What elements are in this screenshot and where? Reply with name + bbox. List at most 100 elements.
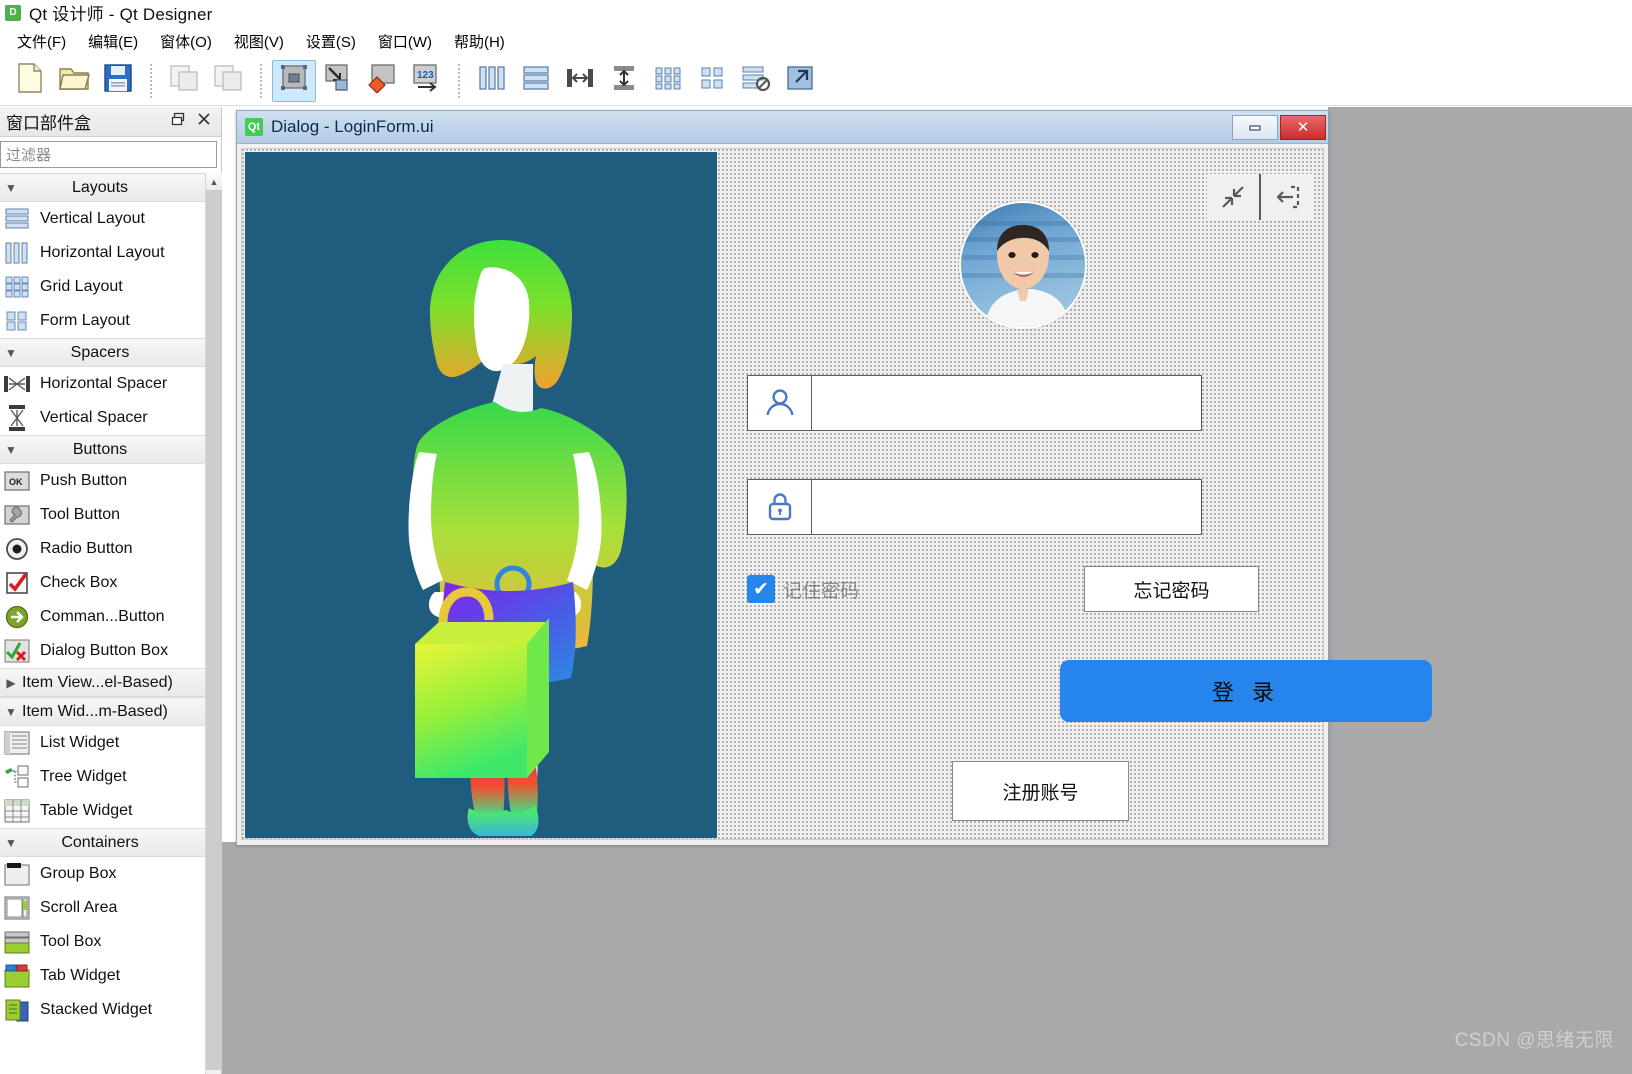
scrollbar-thumb[interactable]	[206, 190, 222, 1070]
redo-button[interactable]	[206, 60, 250, 102]
password-input[interactable]	[812, 480, 1201, 534]
table-widget-icon	[2, 798, 32, 824]
layout-grid-button[interactable]	[646, 60, 690, 102]
layout-grid-icon	[653, 64, 683, 97]
widget-box-filter[interactable]: 过滤器	[0, 141, 217, 168]
category-item-widgets[interactable]: ▼ Item Wid...m-Based)	[0, 697, 222, 726]
category-label: Layouts	[71, 178, 129, 196]
break-layout-button[interactable]	[734, 60, 778, 102]
widget-item-horizontal-spacer[interactable]: Horizontal Spacer	[0, 367, 222, 401]
command-link-button-icon	[2, 604, 32, 630]
widget-item-list-widget[interactable]: List Widget	[0, 726, 222, 760]
float-button[interactable]	[165, 110, 191, 134]
layout-splitter-vertical-button[interactable]	[602, 60, 646, 102]
widget-item-label: Radio Button	[40, 540, 133, 557]
remember-password-checkbox[interactable]: ✔	[747, 575, 775, 603]
menu-window[interactable]: 窗口(W)	[367, 29, 443, 54]
widget-item-label: Dialog Button Box	[40, 642, 169, 659]
widget-item-form-layout[interactable]: Form Layout	[0, 304, 222, 338]
widget-item-push-button[interactable]: OK Push Button	[0, 464, 222, 498]
dialog-close-button[interactable]: ✕	[1280, 114, 1326, 140]
widget-item-table-widget[interactable]: Table Widget	[0, 794, 222, 828]
toolbar-separator-1	[150, 63, 152, 98]
widget-item-scroll-area[interactable]: Scroll Area	[0, 891, 222, 925]
widget-item-radio-button[interactable]: Radio Button	[0, 532, 222, 566]
push-button-icon: OK	[2, 468, 32, 494]
close-button[interactable]	[191, 110, 217, 134]
username-input[interactable]	[812, 376, 1201, 430]
edit-buddies-button[interactable]	[360, 60, 404, 102]
menu-edit[interactable]: 编辑(E)	[77, 29, 149, 54]
widget-item-tool-box[interactable]: Tool Box	[0, 925, 222, 959]
edit-tab-order-button[interactable]: 123	[404, 60, 448, 102]
category-label: Buttons	[72, 440, 128, 458]
close-icon	[197, 112, 211, 131]
category-item-views[interactable]: ▶ Item View...el-Based)	[0, 668, 222, 697]
collapse-button[interactable]	[1207, 174, 1259, 220]
login-button[interactable]: 登 录	[1060, 660, 1432, 722]
widget-item-stacked-widget[interactable]: Stacked Widget	[0, 993, 222, 1027]
dialog-minimize-button[interactable]	[1232, 114, 1278, 140]
horizontal-spacer-icon	[2, 371, 32, 397]
save-file-button[interactable]	[96, 60, 140, 102]
widget-item-grid-layout[interactable]: Grid Layout	[0, 270, 222, 304]
widget-box-scrollbar[interactable]: ▲	[205, 173, 222, 1074]
widget-item-tab-widget[interactable]: Tab Widget	[0, 959, 222, 993]
menu-help[interactable]: 帮助(H)	[443, 29, 516, 54]
form-grid-area: ✔ 记住密码 忘记密码 登 录 注册账号	[241, 148, 1432, 840]
form-layout-icon	[2, 308, 32, 334]
edit-widgets-button[interactable]	[272, 59, 316, 102]
adjust-size-button[interactable]	[778, 60, 822, 102]
widget-item-label: Grid Layout	[40, 278, 123, 295]
category-containers[interactable]: ▼ Containers	[0, 828, 222, 857]
layout-vertically-button[interactable]	[514, 60, 558, 102]
category-label: Spacers	[70, 343, 130, 361]
layout-horizontally-button[interactable]	[470, 60, 514, 102]
scroll-area-icon	[2, 895, 32, 921]
widget-item-dialog-button-box[interactable]: Dialog Button Box	[0, 634, 222, 668]
dialog-body: ✔ 记住密码 忘记密码 登 录 注册账号	[237, 144, 1432, 845]
open-file-button[interactable]	[52, 60, 96, 102]
widget-item-command-link-button[interactable]: Comman...Button	[0, 600, 222, 634]
layout-splitter-horizontal-button[interactable]	[558, 60, 602, 102]
category-layouts[interactable]: ▼ Layouts	[0, 173, 222, 202]
password-field-row[interactable]	[747, 479, 1202, 535]
exit-button[interactable]	[1261, 174, 1313, 220]
vertical-layout-icon	[2, 206, 32, 232]
register-button[interactable]: 注册账号	[952, 761, 1129, 821]
widget-item-tool-button[interactable]: Tool Button	[0, 498, 222, 532]
widget-item-tree-widget[interactable]: Tree Widget	[0, 760, 222, 794]
undo-button[interactable]	[162, 60, 206, 102]
layout-form-button[interactable]	[690, 60, 734, 102]
layout-splitter-vertical-icon	[609, 64, 639, 97]
svg-text:123: 123	[417, 70, 434, 81]
widget-item-check-box[interactable]: Check Box	[0, 566, 222, 600]
menu-file[interactable]: 文件(F)	[6, 29, 77, 54]
widget-item-label: Vertical Layout	[40, 210, 145, 227]
username-field-row[interactable]	[747, 375, 1202, 431]
menu-view[interactable]: 视图(V)	[223, 29, 295, 54]
widget-box-list[interactable]: ▼ Layouts Vertical Layout Horizontal Lay…	[0, 173, 222, 1074]
menu-form[interactable]: 窗体(O)	[149, 29, 223, 54]
widget-item-label: Push Button	[40, 472, 128, 489]
widget-item-vertical-spacer[interactable]: Vertical Spacer	[0, 401, 222, 435]
new-file-icon	[15, 62, 45, 99]
edit-signals-slots-button[interactable]	[316, 60, 360, 102]
edit-signals-slots-icon	[322, 63, 354, 98]
forget-password-button[interactable]: 忘记密码	[1084, 566, 1259, 612]
widget-item-group-box[interactable]: Group Box	[0, 857, 222, 891]
widget-item-label: Horizontal Layout	[40, 244, 165, 261]
menu-settings[interactable]: 设置(S)	[295, 29, 367, 54]
widget-item-vertical-layout[interactable]: Vertical Layout	[0, 202, 222, 236]
remember-password-label: 记住密码	[783, 581, 860, 602]
scroll-up-icon[interactable]: ▲	[206, 173, 222, 190]
exit-icon	[1276, 185, 1300, 209]
widget-item-horizontal-layout[interactable]: Horizontal Layout	[0, 236, 222, 270]
remember-password-row: ✔ 记住密码 忘记密码	[747, 566, 1259, 613]
category-spacers[interactable]: ▼ Spacers	[0, 338, 222, 367]
category-buttons[interactable]: ▼ Buttons	[0, 435, 222, 464]
widget-item-label: Tool Box	[40, 933, 102, 950]
widget-item-label: Vertical Spacer	[40, 409, 148, 426]
new-file-button[interactable]	[8, 60, 52, 102]
category-label: Item View...el-Based)	[22, 673, 173, 691]
